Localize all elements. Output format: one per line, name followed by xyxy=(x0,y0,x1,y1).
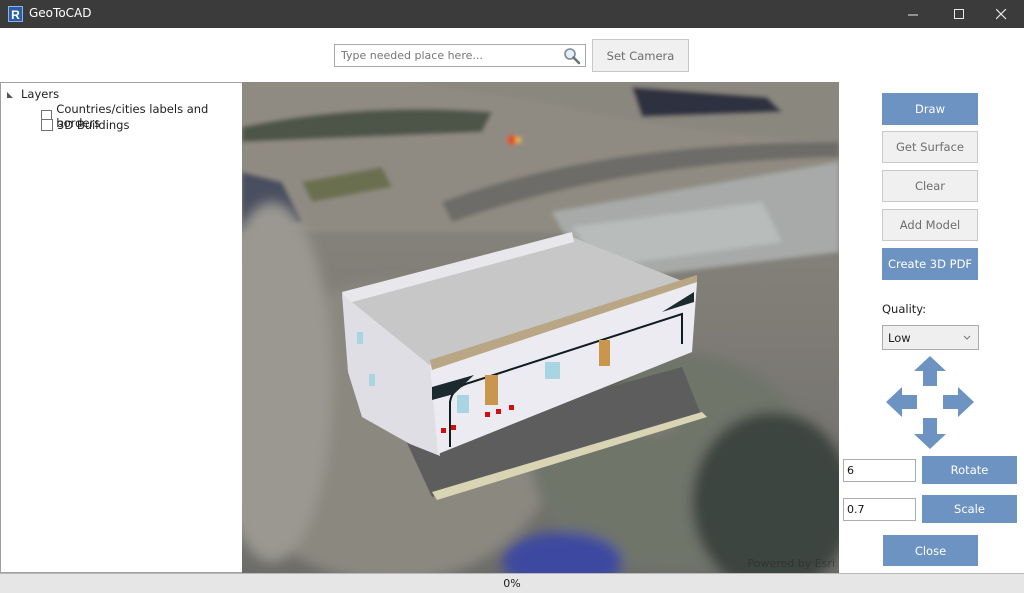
app-icon: R xyxy=(8,6,23,22)
draw-button[interactable]: Draw xyxy=(882,93,978,125)
create-3d-pdf-button[interactable]: Create 3D PDF xyxy=(882,248,978,280)
window-title: GeoToCAD xyxy=(29,6,92,20)
clear-button[interactable]: Clear xyxy=(882,170,978,202)
building-window xyxy=(545,362,560,379)
layers-label: Layers xyxy=(21,87,60,101)
title-bar: R GeoToCAD xyxy=(0,0,1024,28)
map-scene[interactable] xyxy=(242,82,839,573)
rotate-input[interactable] xyxy=(843,459,916,482)
map-attribution: Powered by Esri xyxy=(747,557,835,570)
arrow-right-icon[interactable] xyxy=(943,387,974,417)
layers-panel: Layers Countries/cities labels and borde… xyxy=(0,82,242,573)
progress-bar: 0% xyxy=(0,573,1024,593)
layer-checkbox-3d-buildings[interactable] xyxy=(41,119,53,131)
quality-select[interactable]: Low xyxy=(882,325,979,350)
arrow-down-icon[interactable] xyxy=(914,418,946,449)
chevron-down-icon xyxy=(963,335,971,340)
expand-arrow-icon[interactable] xyxy=(7,92,13,98)
progress-text: 0% xyxy=(503,577,521,590)
arrow-left-icon[interactable] xyxy=(886,387,917,417)
close-window-button[interactable] xyxy=(978,0,1024,28)
set-camera-button[interactable]: Set Camera xyxy=(592,39,689,72)
building-red-mark xyxy=(441,428,446,433)
building-red-mark xyxy=(496,409,501,414)
maximize-icon xyxy=(953,8,964,19)
building-window-side xyxy=(357,332,363,344)
search-box[interactable] xyxy=(334,44,586,67)
building-red-mark xyxy=(451,425,456,430)
search-icon[interactable] xyxy=(563,47,581,65)
building-red-mark xyxy=(485,412,490,417)
building-window-2 xyxy=(457,395,469,413)
tree-root-layers[interactable]: Layers xyxy=(7,87,59,101)
scale-button[interactable]: Scale xyxy=(922,495,1017,523)
quality-selected-value: Low xyxy=(888,330,911,345)
minimize-icon xyxy=(907,14,918,15)
get-surface-button[interactable]: Get Surface xyxy=(882,131,978,163)
quality-label: Quality: xyxy=(882,302,927,316)
map-view[interactable]: Powered by Esri xyxy=(242,82,839,573)
layer-label-3d-buildings: 3D Buildings xyxy=(57,118,130,132)
building-door-2 xyxy=(599,340,610,366)
add-model-button[interactable]: Add Model xyxy=(882,209,978,241)
building-red-mark xyxy=(509,405,514,410)
layer-item-3d-buildings[interactable]: 3D Buildings xyxy=(41,118,129,132)
scale-input[interactable] xyxy=(843,498,916,521)
close-icon xyxy=(995,8,1006,19)
building-door xyxy=(485,375,498,405)
building-window-side-2 xyxy=(369,374,375,386)
maximize-button[interactable] xyxy=(936,0,982,28)
minimize-button[interactable] xyxy=(890,0,936,28)
rotate-button[interactable]: Rotate xyxy=(922,456,1017,484)
search-input[interactable] xyxy=(335,45,561,65)
close-button[interactable]: Close xyxy=(883,535,978,566)
arrow-up-icon[interactable] xyxy=(914,356,946,386)
